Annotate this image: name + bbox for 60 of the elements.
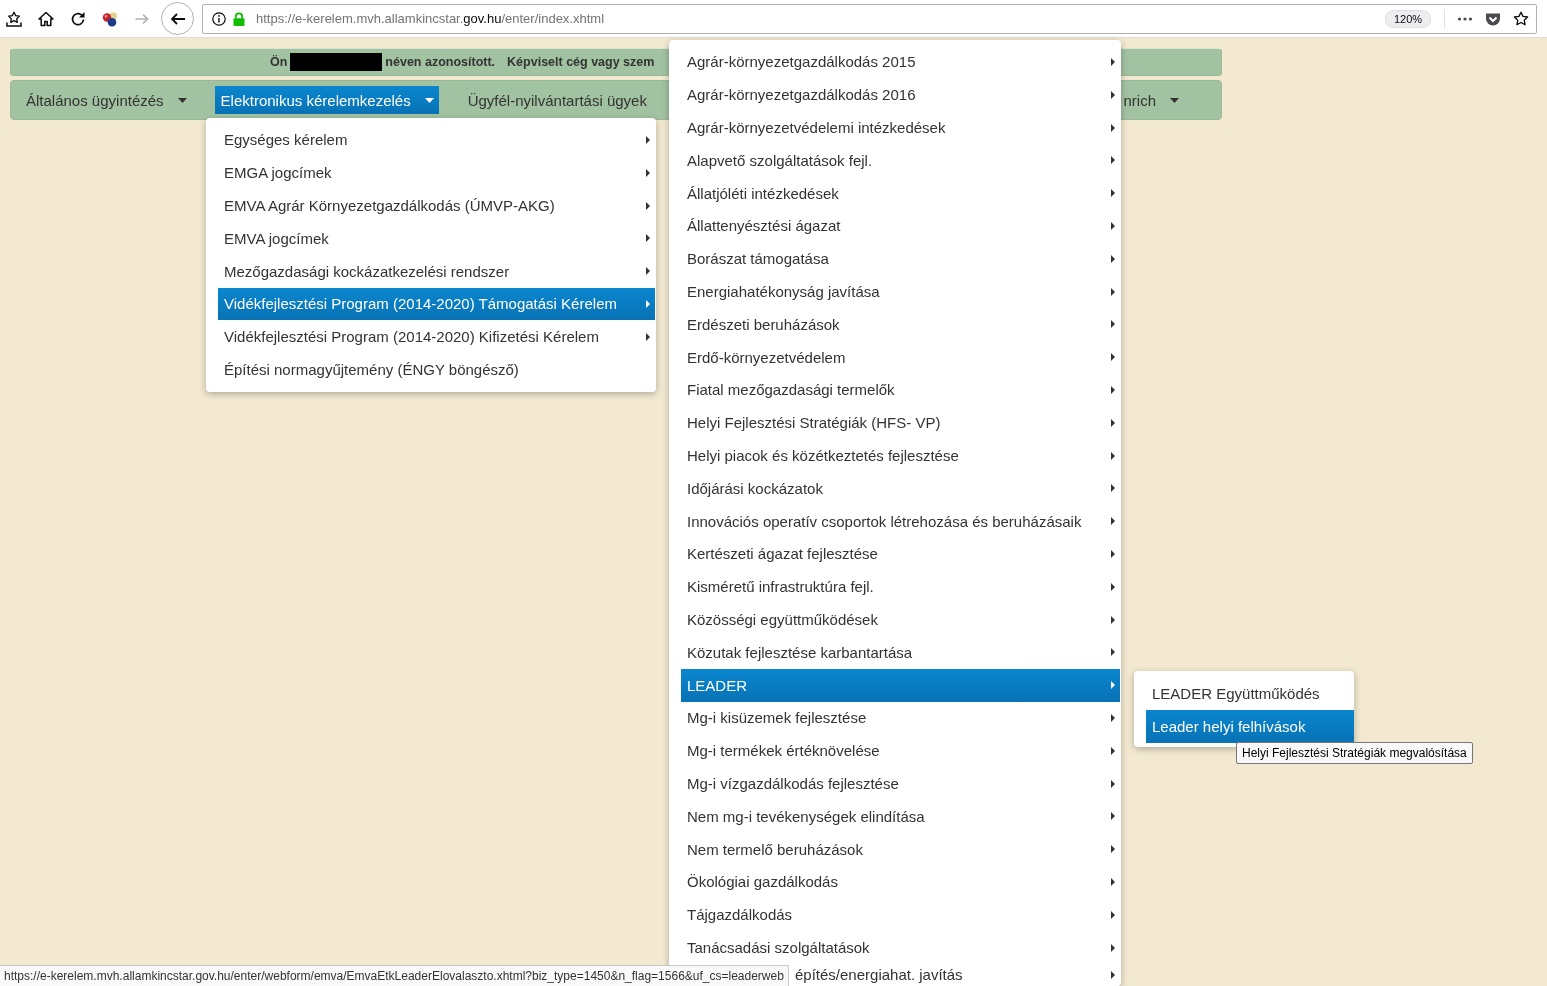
back-arrow-icon xyxy=(169,10,186,27)
menu-item[interactable]: Mg-i vízgazdálkodás fejlesztése xyxy=(681,767,1120,800)
menu-item[interactable]: LEADER Együttműködés xyxy=(1146,677,1354,710)
menu-item[interactable]: Leader helyi felhívások xyxy=(1146,709,1354,743)
menu-item[interactable]: Egységes kérelem xyxy=(218,123,655,157)
menu-item[interactable]: Agrár-környezetgazdálkodás 2015 xyxy=(681,45,1120,79)
represented-company-text: Képviselt cég vagy szem xyxy=(507,55,655,69)
menu-item[interactable]: Közutak fejlesztése karbantartása xyxy=(681,635,1120,669)
menu-item[interactable]: Mezőgazdasági kockázatkezelési rendszer xyxy=(218,254,655,288)
nav-menu-button[interactable]: Elektronikus kérelemkezelés xyxy=(214,86,439,114)
nav-menu-button[interactable]: Általános ügyintézés xyxy=(20,86,192,114)
menu-item[interactable]: Helyi Fejlesztési Stratégiák (HFS- VP) xyxy=(681,406,1120,440)
menu-item[interactable]: EMGA jogcímek xyxy=(218,156,655,190)
menu-item[interactable]: Vidékfejlesztési Program (2014-2020) Támogatási Kérelem xyxy=(218,287,655,321)
menu-item[interactable]: Fiatal mezőgazdasági termelők xyxy=(681,373,1120,407)
lock-icon[interactable] xyxy=(232,11,246,26)
nav-menu-button[interactable]: Ügyfél-nyilvántartási ügyek xyxy=(461,86,652,114)
spheres-icon[interactable] xyxy=(102,10,118,27)
menu-item[interactable]: Helyi piacok és közétkeztetés fejlesztése xyxy=(681,439,1120,472)
star-tray-icon[interactable] xyxy=(6,10,22,27)
menu-item[interactable]: építés/energiahat. javítás xyxy=(793,963,1120,986)
menu-item[interactable]: Tájgazdálkodás xyxy=(681,898,1120,932)
menu-item[interactable]: EMVA jogcímek xyxy=(218,222,655,255)
home-icon[interactable] xyxy=(38,10,54,27)
menu-item[interactable]: Agrár-környezetgazdálkodás 2016 xyxy=(681,78,1120,112)
tooltip: Helyi Fejlesztési Stratégiák megvalósítása xyxy=(1236,742,1473,764)
menu-item[interactable]: LEADER xyxy=(681,668,1120,702)
zoom-level-badge[interactable]: 120% xyxy=(1385,9,1431,28)
menu-item[interactable]: Alapvető szolgáltatások fejl. xyxy=(681,144,1120,177)
menu-item[interactable]: Nem mg-i tevékenységek elindítása xyxy=(681,799,1120,833)
menu-item[interactable]: EMVA Agrár Környezetgazdálkodás (ÚMVP-AKG) xyxy=(218,189,655,222)
menu-item[interactable]: Innovációs operatív csoportok létrehozása és beruházásaik xyxy=(681,504,1120,538)
url-field[interactable]: https://e-kerelem.mvh.allamkincstar.gov.hu/enter/index.xhtml 120% xyxy=(202,3,1537,34)
menu-item[interactable]: Mg-i kisüzemek fejlesztése xyxy=(681,701,1120,735)
reload-icon[interactable] xyxy=(70,10,86,27)
menu-item[interactable]: Kisméretű infrastruktúra fejl. xyxy=(681,570,1120,604)
menu-item[interactable]: Nem termelő beruházások xyxy=(681,832,1120,866)
menu-item[interactable]: Agrár-környezetvédelemi intézkedések xyxy=(681,111,1120,144)
nav-menu-button[interactable]: nrich xyxy=(1117,86,1191,114)
menu-item[interactable]: Időjárási kockázatok xyxy=(681,471,1120,505)
identity-text: néven azonosított. xyxy=(385,55,496,69)
menu-item[interactable]: Erdő-környezetvédelem xyxy=(681,340,1120,374)
url-text: https://e-kerelem.mvh.allamkincstar.gov.hu/enter/index.xhtml xyxy=(256,11,605,26)
menu-item[interactable]: Közösségi együttműködések xyxy=(681,603,1120,636)
menu-item[interactable]: Erdészeti beruházások xyxy=(681,307,1120,341)
link-preview-tooltip: https://e-kerelem.mvh.allamkincstar.gov.hu/enter/webform/emva/EmvaEtkLeaderElovalaszto.xhtml?biz_type=1450&n_flag=1566&uf_cs=leaderweb xyxy=(0,965,789,986)
menu-item[interactable]: Állattenyésztési ágazat xyxy=(681,209,1120,243)
star-icon[interactable] xyxy=(1513,10,1529,27)
back-button[interactable] xyxy=(161,2,194,35)
menu-item[interactable]: Ökológiai gazdálkodás xyxy=(681,865,1120,899)
menu-item[interactable]: Kertészeti ágazat fejlesztése xyxy=(681,537,1120,571)
menu-item[interactable]: Állatjóléti intézkedések xyxy=(681,176,1120,210)
menu-item[interactable]: Vidékfejlesztési Program (2014-2020) Kifizetési Kérelem xyxy=(218,320,655,354)
menu-item[interactable]: Energiahatékonyság javítása xyxy=(681,275,1120,308)
menu-item[interactable]: Mg-i termékek értéknövelése xyxy=(681,734,1120,768)
menu-item[interactable]: Borászat támogatása xyxy=(681,242,1120,276)
info-icon[interactable] xyxy=(212,11,226,26)
identity-label: Ön xyxy=(270,55,288,69)
menu-item[interactable]: Tanácsadási szolgáltatások xyxy=(681,931,1120,964)
menu-item[interactable]: Építési normagyűjtemény (ÉNGY böngésző) xyxy=(218,353,655,386)
